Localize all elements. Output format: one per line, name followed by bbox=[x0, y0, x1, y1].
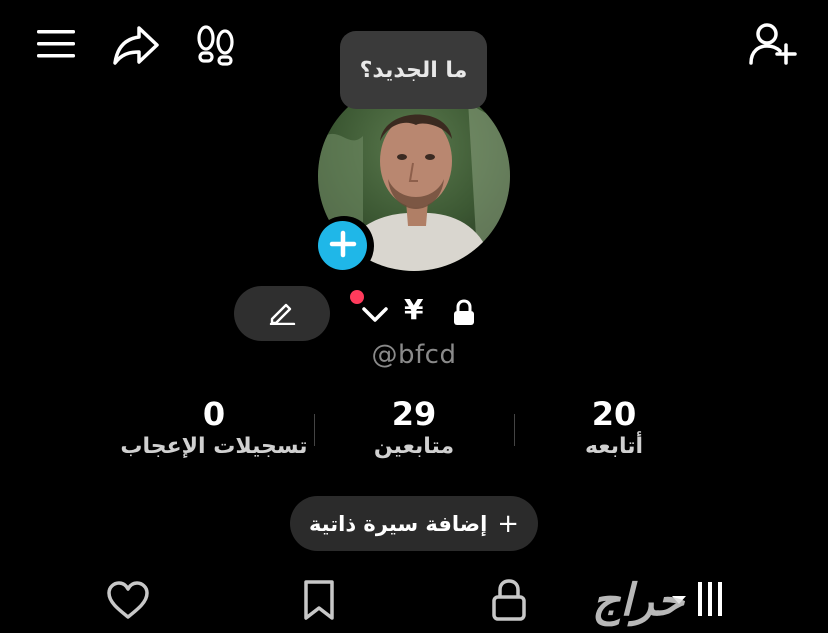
stat-followers[interactable]: 29 متابعين bbox=[354, 396, 474, 462]
followers-count: 29 bbox=[391, 395, 437, 433]
notification-dot bbox=[350, 290, 364, 304]
stat-following[interactable]: 20 أتابعه bbox=[560, 396, 668, 462]
following-count: 20 bbox=[591, 395, 637, 433]
lock-icon bbox=[452, 299, 476, 327]
add-bio-label: إضافة سيرة ذاتية bbox=[308, 511, 488, 536]
currency-icon[interactable]: ¥ bbox=[404, 296, 423, 324]
tooltip-text: ما الجديد؟ bbox=[359, 57, 468, 83]
stat-divider bbox=[314, 414, 315, 446]
footprints-icon[interactable] bbox=[196, 24, 236, 66]
heart-icon[interactable] bbox=[106, 580, 150, 620]
followers-label: متابعين bbox=[373, 434, 455, 459]
watermark-text: حراج bbox=[592, 574, 686, 626]
stat-divider bbox=[514, 414, 515, 446]
following-label: أتابعه bbox=[584, 434, 644, 459]
add-bio-button[interactable]: + إضافة سيرة ذاتية bbox=[290, 496, 538, 551]
pencil-icon bbox=[268, 299, 296, 329]
bookmark-icon[interactable] bbox=[302, 579, 336, 621]
add-story-button[interactable] bbox=[318, 221, 367, 270]
edit-profile-button[interactable] bbox=[234, 286, 330, 341]
lock-tab-icon[interactable] bbox=[490, 578, 528, 622]
whats-new-tooltip[interactable]: ما الجديد؟ bbox=[340, 31, 487, 109]
hamburger-menu-icon[interactable] bbox=[36, 28, 76, 60]
username-handle: @bfcd bbox=[371, 340, 457, 370]
likes-label: تسجيلات الإعجاب bbox=[120, 434, 308, 459]
likes-count: 0 bbox=[202, 395, 226, 433]
chevron-down-icon[interactable] bbox=[361, 304, 389, 324]
plus-icon bbox=[329, 230, 357, 262]
person-add-icon[interactable] bbox=[748, 21, 798, 67]
plus-sign: + bbox=[497, 508, 520, 539]
watermark-logo: حراج bbox=[592, 574, 822, 626]
stat-likes[interactable]: 0 تسجيلات الإعجاب bbox=[110, 396, 318, 462]
share-arrow-icon[interactable] bbox=[112, 24, 160, 66]
